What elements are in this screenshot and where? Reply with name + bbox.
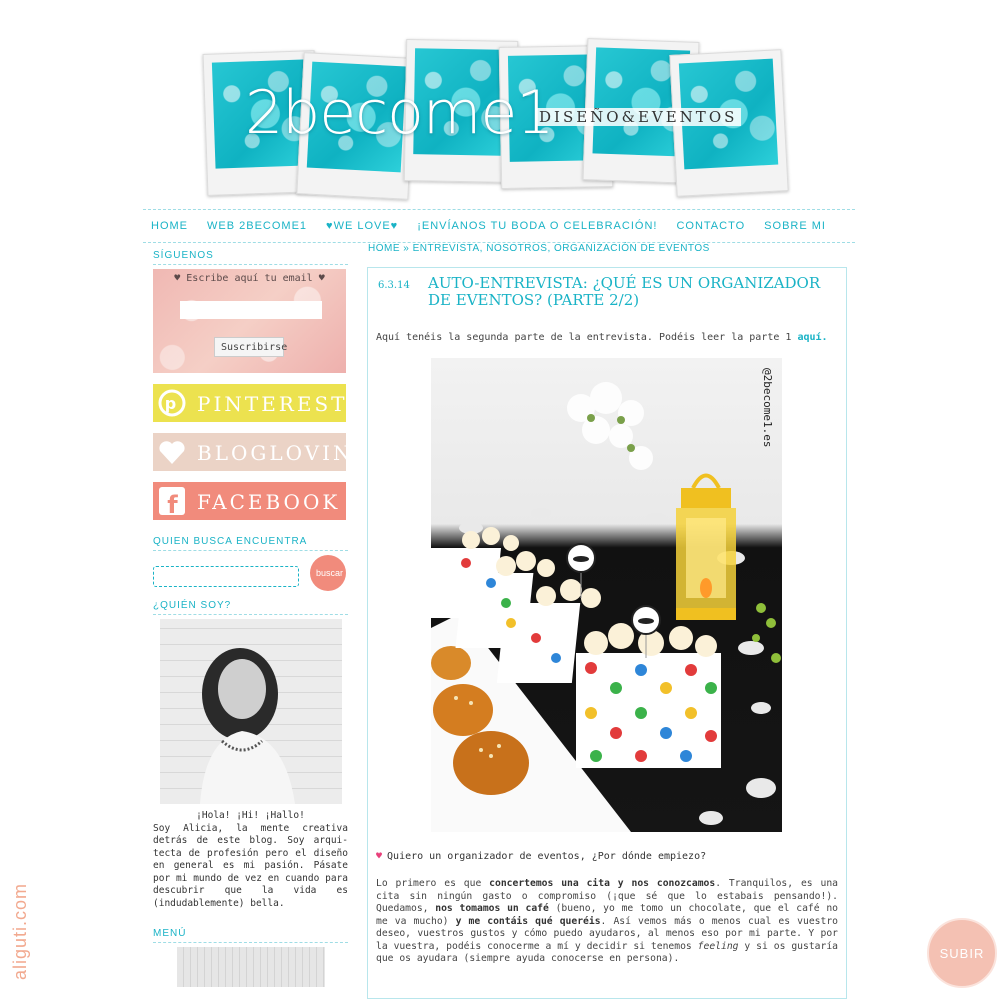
post-intro-link[interactable]: aquí. [797, 332, 827, 343]
heart-icon: ♥ [376, 851, 383, 862]
logo[interactable]: 2become1 [245, 78, 554, 148]
about-bio: ¡Hola! ¡Hi! ¡Hallo! Soy Alicia, la mente… [153, 810, 348, 910]
menu-title: MENÚ [153, 928, 348, 943]
body-bold: nos tomamos un café [435, 903, 549, 914]
nav-home[interactable]: HOME [143, 210, 199, 232]
about-text: Soy Alicia, la mente creativa detrás de … [153, 822, 348, 909]
follow-title: SÍGUENOS [153, 250, 348, 265]
body-text: Lo primero es que [376, 878, 490, 889]
bloglovin-link[interactable]: BLOGLOVIN [153, 433, 351, 471]
nav-web-2become1[interactable]: WEB 2BECOME1 [199, 210, 318, 232]
search-row: buscar [153, 555, 348, 593]
nav-we-love[interactable]: ♥WE LOVE♥ [318, 210, 409, 232]
post-image: @2become1.es [431, 358, 782, 832]
subscribe-button[interactable]: Suscribirse [214, 337, 287, 357]
search-title: QUIEN BUSCA ENCUENTRA [153, 536, 348, 551]
logo-tagline: DISEÑO&EVENTOS [535, 108, 742, 126]
nav-envianos-boda[interactable]: ¡ENVÍANOS TU BODA O CELEBRACIÓN! [409, 210, 668, 232]
facebook-icon: f [157, 485, 187, 517]
breadcrumb-home[interactable]: HOME [368, 243, 400, 254]
subscribe-email-input[interactable] [180, 301, 322, 319]
image-watermark: @2become1.es [761, 368, 774, 448]
blog-post: 6.3.14 AUTO-ENTREVISTA: ¿QUÉ ES UN ORGAN… [367, 267, 847, 999]
nav-sobre-mi[interactable]: SOBRE MI [756, 210, 837, 232]
main-nav: HOME WEB 2BECOME1 ♥WE LOVE♥ ¡ENVÍANOS TU… [143, 209, 855, 243]
svg-text:p: p [165, 394, 179, 413]
question-text: Quiero un organizador de eventos, ¿Por d… [387, 851, 707, 862]
facebook-label: FACEBOOK [197, 490, 341, 514]
about-hello: ¡Hola! ¡Hi! ¡Hallo! [196, 810, 305, 821]
breadcrumb-path[interactable]: ENTREVISTA, NOSOTROS, ORGANIZACIÓN DE EV… [413, 243, 710, 254]
post-body: Lo primero es que concertemos una cita y… [376, 878, 838, 966]
blog-header[interactable]: 2become1 DISEÑO&EVENTOS [195, 30, 805, 200]
svg-text:f: f [167, 491, 180, 516]
body-italic: feeling [697, 940, 739, 952]
post-date: 6.3.14 [378, 280, 410, 291]
body-bold: concertemos una cita y nos conozcamos [489, 878, 716, 889]
post-question: ♥ Quiero un organizador de eventos, ¿Por … [376, 851, 706, 862]
heart-icon [157, 436, 187, 468]
subscribe-label: ♥ Escribe aquí tu email ♥ [174, 273, 325, 284]
search-input[interactable] [153, 566, 299, 587]
pinterest-link[interactable]: p PINTEREST [153, 384, 346, 422]
site-watermark: aliguti.com [10, 882, 30, 980]
subscribe-widget: ♥ Escribe aquí tu email ♥ Suscribirse [153, 269, 346, 373]
pinterest-icon: p [157, 387, 187, 419]
avatar [159, 619, 342, 804]
post-title[interactable]: AUTO-ENTREVISTA: ¿QUÉ ES UN ORGANIZADOR … [428, 275, 838, 309]
sidebar: SÍGUENOS ♥ Escribe aquí tu email ♥ Suscr… [153, 250, 351, 987]
bloglovin-label: BLOGLOVIN [197, 441, 354, 465]
post-intro: Aquí tenéis la segunda parte de la entre… [376, 332, 828, 343]
scroll-top-button[interactable]: SUBIR [927, 918, 997, 988]
search-button[interactable]: buscar [310, 555, 346, 591]
breadcrumb-separator: » [400, 243, 413, 254]
nav-contacto[interactable]: CONTACTO [668, 210, 756, 232]
post-intro-text: Aquí tenéis la segunda parte de la entre… [376, 332, 798, 343]
about-title: ¿QUIÉN SOY? [153, 600, 348, 615]
facebook-link[interactable]: f FACEBOOK [153, 482, 346, 520]
menu-image [176, 947, 325, 987]
breadcrumb: HOME » ENTREVISTA, NOSOTROS, ORGANIZACIÓ… [368, 243, 848, 254]
pinterest-label: PINTEREST [197, 392, 348, 416]
body-bold: y me contáis qué queréis [455, 915, 601, 927]
